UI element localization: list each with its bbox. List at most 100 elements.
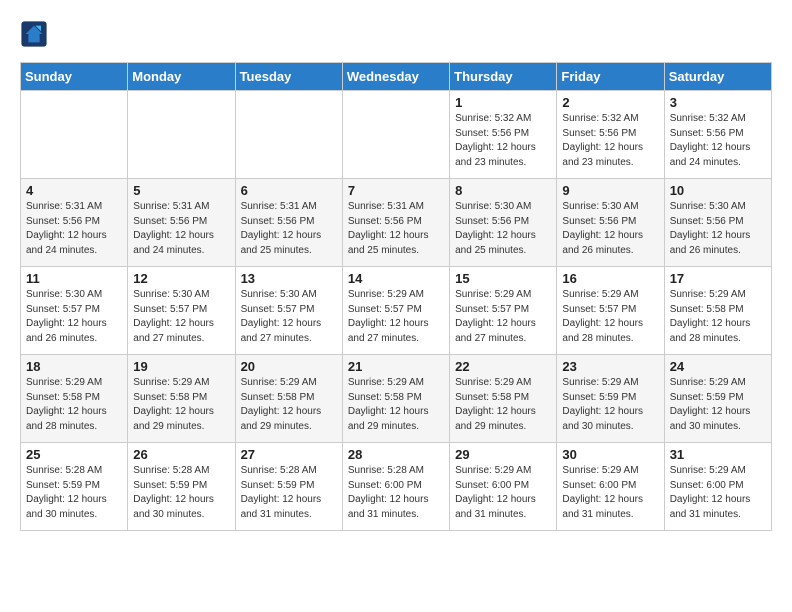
calendar-cell: 22 Sunrise: 5:29 AM Sunset: 5:58 PM Dayli…	[450, 355, 557, 443]
day-info: Sunrise: 5:29 AM Sunset: 6:00 PM Dayligh…	[670, 464, 766, 522]
calendar-cell: 5 Sunrise: 5:31 AM Sunset: 5:56 PM Daylig…	[128, 179, 235, 267]
day-number: 3	[670, 95, 766, 110]
calendar-cell: 14 Sunrise: 5:29 AM Sunset: 5:57 PM Dayli…	[342, 267, 449, 355]
day-number: 4	[26, 183, 122, 198]
day-number: 22	[455, 359, 551, 374]
calendar-cell	[342, 91, 449, 179]
day-number: 15	[455, 271, 551, 286]
day-number: 9	[562, 183, 658, 198]
calendar-cell	[21, 91, 128, 179]
day-header-sunday: Sunday	[21, 63, 128, 91]
day-info: Sunrise: 5:29 AM Sunset: 5:57 PM Dayligh…	[562, 288, 658, 346]
calendar-cell: 6 Sunrise: 5:31 AM Sunset: 5:56 PM Daylig…	[235, 179, 342, 267]
calendar-cell: 29 Sunrise: 5:29 AM Sunset: 6:00 PM Dayli…	[450, 443, 557, 531]
calendar-cell: 27 Sunrise: 5:28 AM Sunset: 5:59 PM Dayli…	[235, 443, 342, 531]
day-info: Sunrise: 5:28 AM Sunset: 5:59 PM Dayligh…	[26, 464, 122, 522]
day-number: 20	[241, 359, 337, 374]
day-number: 17	[670, 271, 766, 286]
day-number: 11	[26, 271, 122, 286]
day-info: Sunrise: 5:29 AM Sunset: 5:58 PM Dayligh…	[26, 376, 122, 434]
calendar-cell	[128, 91, 235, 179]
day-info: Sunrise: 5:32 AM Sunset: 5:56 PM Dayligh…	[670, 112, 766, 170]
day-number: 13	[241, 271, 337, 286]
calendar-cell	[235, 91, 342, 179]
day-number: 25	[26, 447, 122, 462]
day-number: 29	[455, 447, 551, 462]
day-info: Sunrise: 5:29 AM Sunset: 5:58 PM Dayligh…	[241, 376, 337, 434]
day-info: Sunrise: 5:31 AM Sunset: 5:56 PM Dayligh…	[133, 200, 229, 258]
calendar-cell: 11 Sunrise: 5:30 AM Sunset: 5:57 PM Dayli…	[21, 267, 128, 355]
day-number: 24	[670, 359, 766, 374]
calendar-cell: 8Sunrise: 5:30 AM Sunset: 5:56 PM Daylig…	[450, 179, 557, 267]
calendar-cell: 1 Sunrise: 5:32 AM Sunset: 5:56 PM Daylig…	[450, 91, 557, 179]
day-info: Sunrise: 5:29 AM Sunset: 5:59 PM Dayligh…	[670, 376, 766, 434]
day-info: Sunrise: 5:32 AM Sunset: 5:56 PM Dayligh…	[562, 112, 658, 170]
day-info: Sunrise: 5:28 AM Sunset: 5:59 PM Dayligh…	[241, 464, 337, 522]
day-info: Sunrise: 5:30 AM Sunset: 5:56 PM Dayligh…	[455, 200, 551, 258]
calendar-cell: 23 Sunrise: 5:29 AM Sunset: 5:59 PM Dayli…	[557, 355, 664, 443]
calendar-cell: 2 Sunrise: 5:32 AM Sunset: 5:56 PM Daylig…	[557, 91, 664, 179]
calendar-cell: 18 Sunrise: 5:29 AM Sunset: 5:58 PM Dayli…	[21, 355, 128, 443]
calendar-cell: 25 Sunrise: 5:28 AM Sunset: 5:59 PM Dayli…	[21, 443, 128, 531]
day-info: Sunrise: 5:29 AM Sunset: 5:58 PM Dayligh…	[133, 376, 229, 434]
day-number: 1	[455, 95, 551, 110]
day-number: 31	[670, 447, 766, 462]
day-number: 27	[241, 447, 337, 462]
day-info: Sunrise: 5:30 AM Sunset: 5:56 PM Dayligh…	[670, 200, 766, 258]
day-info: Sunrise: 5:29 AM Sunset: 5:59 PM Dayligh…	[562, 376, 658, 434]
calendar-cell: 30 Sunrise: 5:29 AM Sunset: 6:00 PM Dayli…	[557, 443, 664, 531]
day-info: Sunrise: 5:29 AM Sunset: 6:00 PM Dayligh…	[562, 464, 658, 522]
day-number: 18	[26, 359, 122, 374]
day-info: Sunrise: 5:29 AM Sunset: 5:58 PM Dayligh…	[670, 288, 766, 346]
day-number: 26	[133, 447, 229, 462]
day-number: 21	[348, 359, 444, 374]
calendar-cell: 4 Sunrise: 5:31 AM Sunset: 5:56 PM Daylig…	[21, 179, 128, 267]
calendar-cell: 31 Sunrise: 5:29 AM Sunset: 6:00 PM Dayli…	[664, 443, 771, 531]
day-header-friday: Friday	[557, 63, 664, 91]
day-number: 30	[562, 447, 658, 462]
day-number: 28	[348, 447, 444, 462]
day-number: 23	[562, 359, 658, 374]
day-info: Sunrise: 5:29 AM Sunset: 5:58 PM Dayligh…	[455, 376, 551, 434]
day-info: Sunrise: 5:31 AM Sunset: 5:56 PM Dayligh…	[241, 200, 337, 258]
day-number: 14	[348, 271, 444, 286]
calendar-cell: 10 Sunrise: 5:30 AM Sunset: 5:56 PM Dayli…	[664, 179, 771, 267]
day-number: 5	[133, 183, 229, 198]
day-number: 10	[670, 183, 766, 198]
calendar-cell: 24 Sunrise: 5:29 AM Sunset: 5:59 PM Dayli…	[664, 355, 771, 443]
day-info: Sunrise: 5:30 AM Sunset: 5:57 PM Dayligh…	[241, 288, 337, 346]
calendar-cell: 20 Sunrise: 5:29 AM Sunset: 5:58 PM Dayli…	[235, 355, 342, 443]
day-number: 7	[348, 183, 444, 198]
day-number: 19	[133, 359, 229, 374]
day-info: Sunrise: 5:31 AM Sunset: 5:56 PM Dayligh…	[26, 200, 122, 258]
calendar-cell: 3 Sunrise: 5:32 AM Sunset: 5:56 PM Daylig…	[664, 91, 771, 179]
day-info: Sunrise: 5:30 AM Sunset: 5:57 PM Dayligh…	[26, 288, 122, 346]
day-header-saturday: Saturday	[664, 63, 771, 91]
calendar-cell: 21 Sunrise: 5:29 AM Sunset: 5:58 PM Dayli…	[342, 355, 449, 443]
day-number: 12	[133, 271, 229, 286]
day-number: 16	[562, 271, 658, 286]
day-info: Sunrise: 5:32 AM Sunset: 5:56 PM Dayligh…	[455, 112, 551, 170]
calendar-cell: 16 Sunrise: 5:29 AM Sunset: 5:57 PM Dayli…	[557, 267, 664, 355]
calendar-cell: 17 Sunrise: 5:29 AM Sunset: 5:58 PM Dayli…	[664, 267, 771, 355]
calendar-cell: 7Sunrise: 5:31 AM Sunset: 5:56 PM Daylig…	[342, 179, 449, 267]
calendar-cell: 15Sunrise: 5:29 AM Sunset: 5:57 PM Dayli…	[450, 267, 557, 355]
calendar-cell: 19 Sunrise: 5:29 AM Sunset: 5:58 PM Dayli…	[128, 355, 235, 443]
day-info: Sunrise: 5:29 AM Sunset: 6:00 PM Dayligh…	[455, 464, 551, 522]
day-header-wednesday: Wednesday	[342, 63, 449, 91]
day-header-tuesday: Tuesday	[235, 63, 342, 91]
day-info: Sunrise: 5:28 AM Sunset: 5:59 PM Dayligh…	[133, 464, 229, 522]
calendar-cell: 9 Sunrise: 5:30 AM Sunset: 5:56 PM Daylig…	[557, 179, 664, 267]
day-number: 2	[562, 95, 658, 110]
calendar-cell: 26 Sunrise: 5:28 AM Sunset: 5:59 PM Dayli…	[128, 443, 235, 531]
day-info: Sunrise: 5:29 AM Sunset: 5:57 PM Dayligh…	[348, 288, 444, 346]
day-number: 6	[241, 183, 337, 198]
day-info: Sunrise: 5:28 AM Sunset: 6:00 PM Dayligh…	[348, 464, 444, 522]
day-info: Sunrise: 5:30 AM Sunset: 5:56 PM Dayligh…	[562, 200, 658, 258]
day-header-monday: Monday	[128, 63, 235, 91]
calendar-table: SundayMondayTuesdayWednesdayThursdayFrid…	[20, 62, 772, 531]
logo-icon	[20, 20, 48, 48]
day-info: Sunrise: 5:29 AM Sunset: 5:58 PM Dayligh…	[348, 376, 444, 434]
calendar-cell: 28 Sunrise: 5:28 AM Sunset: 6:00 PM Dayli…	[342, 443, 449, 531]
logo	[20, 20, 52, 48]
